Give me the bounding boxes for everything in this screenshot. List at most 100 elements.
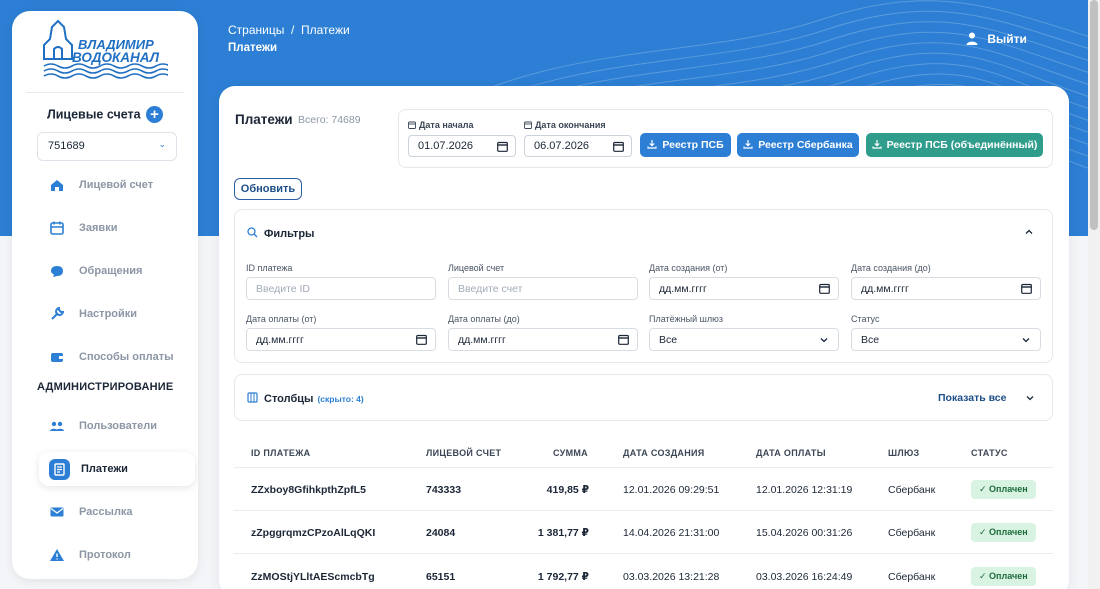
filter-paid-to-label: Дата оплаты (до) <box>448 314 520 324</box>
page-title: Платежи <box>228 42 278 54</box>
filter-paid-to-input[interactable]: дд.мм.гггг <box>448 328 638 351</box>
home-icon <box>51 180 63 191</box>
page-scrollbar[interactable] <box>1088 0 1100 589</box>
sidebar-item-label: Лицевой счет <box>79 179 154 191</box>
sidebar-item-protocol[interactable]: Протокол <box>37 540 185 570</box>
filter-gateway-label: Платёжный шлюз <box>649 314 723 324</box>
columns-toggle[interactable]: Столбцы (скрыто: 4) <box>247 392 364 405</box>
filter-created-to-label: Дата создания (до) <box>851 263 931 273</box>
column-header-account[interactable]: ЛИЦЕВОЙ СЧЕТ <box>426 448 501 458</box>
cell-amount: 1 381,77 ₽ <box>537 527 589 539</box>
filter-paid-from-input[interactable]: дд.мм.гггг <box>246 328 436 351</box>
column-header-amount[interactable]: СУММА <box>553 448 588 458</box>
payments-total: Всего: 74689 <box>298 114 361 126</box>
psb-combined-registry-label: Реестр ПСБ (объединённый) <box>886 139 1038 151</box>
sidebar-item-label: Способы оплаты <box>79 351 174 363</box>
columns-icon <box>247 392 258 403</box>
account-select[interactable]: 751689 ⌄ <box>37 132 177 161</box>
table-divider <box>234 467 1053 468</box>
date-start-input[interactable]: 01.07.2026 <box>408 135 516 157</box>
table-divider <box>234 553 1053 554</box>
sidebar-item-label: Протокол <box>79 549 131 561</box>
calendar-picker-icon[interactable] <box>618 334 629 345</box>
sidebar-item-payments[interactable]: Платежи <box>39 452 195 486</box>
sidebar-item-account[interactable]: Лицевой счет <box>37 170 185 200</box>
sidebar-item-settings[interactable]: Настройки <box>37 299 185 329</box>
psb-registry-button[interactable]: Реестр ПСБ <box>640 133 731 157</box>
filter-payment-id-input[interactable]: Введите ID <box>246 277 436 300</box>
add-account-button[interactable]: + <box>146 106 164 123</box>
sidebar-item-payment-methods[interactable]: Способы оплаты <box>37 342 185 372</box>
wallet-icon <box>51 353 63 362</box>
status-badge: ✓ Оплачен <box>971 567 1036 586</box>
logout-button[interactable]: Выйти <box>966 31 1027 46</box>
admin-section-heading: АДМИНИСТРИРОВАНИЕ <box>37 381 174 393</box>
cell-gateway: Сбербанк <box>888 527 936 539</box>
column-header-id[interactable]: ID ПЛАТЕЖА <box>251 448 310 458</box>
company-logo[interactable]: ВЛАДИМИР ВОДОКАНАЛ <box>42 19 171 81</box>
calendar-icon <box>408 121 416 129</box>
cell-created: 14.04.2026 21:31:00 <box>623 527 720 539</box>
filters-title: Фильтры <box>264 228 315 240</box>
filter-gateway-select[interactable]: Все <box>649 328 839 351</box>
calendar-picker-icon[interactable] <box>497 141 508 152</box>
date-placeholder: дд.мм.гггг <box>861 283 909 295</box>
psb-combined-registry-button[interactable]: Реестр ПСБ (объединённый) <box>866 133 1043 157</box>
filter-created-from-input[interactable]: дд.мм.гггг <box>649 277 839 300</box>
cell-created: 12.01.2026 09:29:51 <box>623 484 720 496</box>
columns-hidden-count: (скрыто: 4) <box>317 394 364 404</box>
date-start-label: Дата начала <box>419 120 474 130</box>
filter-account-label: Лицевой счет <box>448 263 505 273</box>
column-header-paid[interactable]: ДАТА ОПЛАТЫ <box>756 448 826 458</box>
refresh-button[interactable]: Обновить <box>234 178 302 200</box>
calendar-picker-icon[interactable] <box>819 283 830 294</box>
chevron-down-icon <box>820 338 828 343</box>
chevron-down-icon: ⌄ <box>158 139 166 149</box>
cell-account: 743333 <box>426 484 462 496</box>
sidebar-item-label: Платежи <box>81 463 128 475</box>
breadcrumb[interactable]: Страницы / Платежи <box>228 23 350 37</box>
cell-created: 03.03.2026 13:21:28 <box>623 571 720 583</box>
logo-line2: ВОДОКАНАЛ <box>72 50 160 65</box>
show-all-columns-button[interactable]: Показать все <box>938 392 1007 404</box>
cell-amount: 1 792,77 ₽ <box>537 571 589 583</box>
calendar-icon <box>524 121 532 129</box>
calendar-picker-icon[interactable] <box>416 334 427 345</box>
download-icon <box>743 140 753 149</box>
cell-account: 24084 <box>426 527 456 539</box>
sidebar-item-label: Заявки <box>79 222 118 234</box>
logout-label: Выйти <box>987 31 1027 46</box>
date-end-label: Дата окончания <box>535 120 606 130</box>
filter-status-select[interactable]: Все <box>851 328 1041 351</box>
chat-icon <box>51 266 63 277</box>
calendar-picker-icon[interactable] <box>613 141 624 152</box>
filter-account-input[interactable]: Введите счет <box>448 277 638 300</box>
account-select-value: 751689 <box>48 140 85 152</box>
payments-card: Платежи Всего: 74689 Обновить Дата начал… <box>219 86 1069 589</box>
status-badge: ✓ Оплачен <box>971 523 1036 542</box>
column-header-created[interactable]: ДАТА СОЗДАНИЯ <box>623 448 705 458</box>
date-start-value: 01.07.2026 <box>418 140 474 152</box>
download-icon <box>871 140 882 149</box>
chevron-down-icon <box>1022 338 1030 343</box>
sidebar-item-appeals[interactable]: Обращения <box>37 256 185 286</box>
filter-created-to-input[interactable]: дд.мм.гггг <box>851 277 1041 300</box>
chevron-up-icon[interactable] <box>1024 227 1034 237</box>
sidebar-item-mailing[interactable]: Рассылка <box>37 497 185 527</box>
filters-toggle[interactable]: Фильтры <box>247 227 314 240</box>
chevron-down-icon[interactable] <box>1025 393 1035 403</box>
column-header-status[interactable]: СТАТУС <box>971 448 1008 458</box>
accounts-heading: Лицевые счета + <box>12 106 198 123</box>
sidebar: ВЛАДИМИР ВОДОКАНАЛ Лицевые счета + 75168… <box>12 11 198 579</box>
sidebar-item-users[interactable]: Пользователи <box>37 411 185 441</box>
column-header-gateway[interactable]: ШЛЮЗ <box>888 448 919 458</box>
scrollbar-thumb[interactable] <box>1090 0 1098 230</box>
columns-panel: Столбцы (скрыто: 4) Показать все <box>234 374 1053 421</box>
calendar-picker-icon[interactable] <box>1021 283 1032 294</box>
users-icon <box>50 421 64 431</box>
sber-registry-button[interactable]: Реестр Сбербанка <box>737 133 859 157</box>
warning-icon <box>50 549 64 561</box>
date-end-input[interactable]: 06.07.2026 <box>524 135 632 157</box>
psb-registry-label: Реестр ПСБ <box>662 139 724 151</box>
sidebar-item-requests[interactable]: Заявки <box>37 213 185 243</box>
